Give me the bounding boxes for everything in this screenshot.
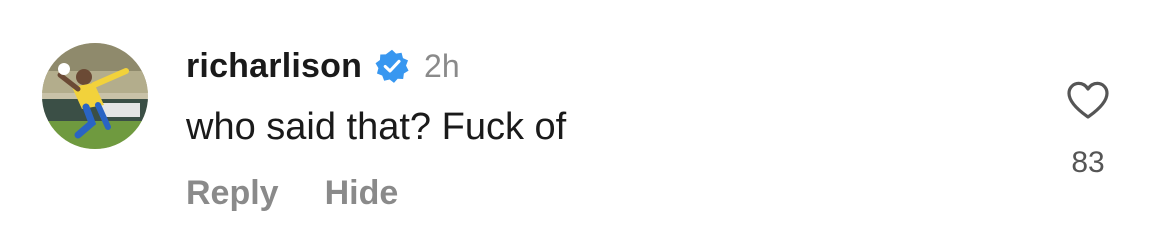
username[interactable]: richarlison — [186, 47, 362, 86]
like-count: 83 — [1071, 146, 1105, 179]
reply-button[interactable]: Reply — [186, 174, 279, 213]
comment-text: who said that? Fuck of — [186, 106, 567, 148]
comment-timestamp: 2h — [424, 47, 460, 84]
heart-outline-icon[interactable] — [1066, 80, 1110, 120]
hide-button[interactable]: Hide — [325, 174, 399, 213]
verified-badge-icon — [374, 48, 410, 84]
like-section: 83 — [1056, 80, 1120, 180]
comment-item: richarlison 2h who said that? Fuck of Re… — [0, 0, 1168, 250]
comment-header: richarlison 2h — [186, 40, 460, 92]
comment-actions: Reply Hide — [186, 174, 444, 213]
avatar[interactable] — [42, 43, 148, 149]
profile-photo-icon — [42, 43, 148, 149]
